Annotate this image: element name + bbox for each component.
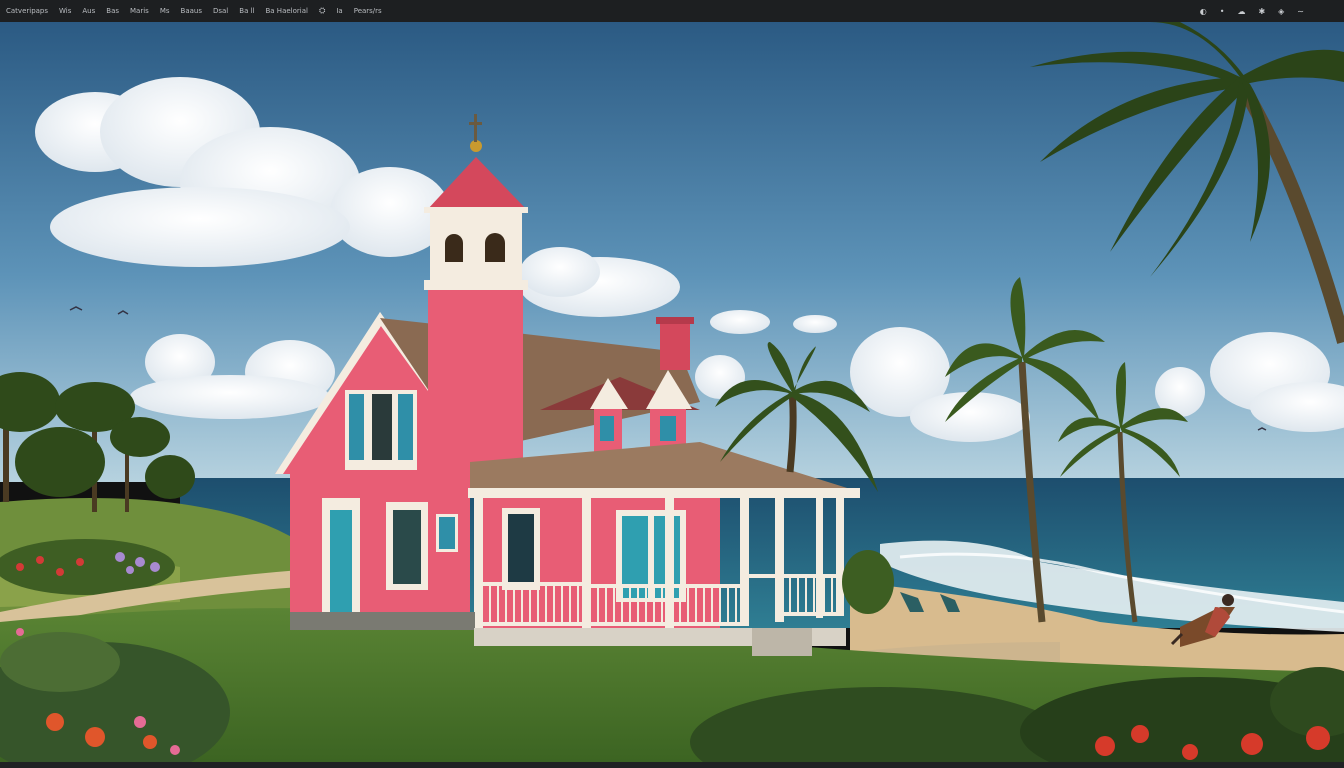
flower-bed-left [0, 539, 175, 595]
menu-bar: Catveripaps Wis Aus Bas Maris Ms Baaus D… [0, 0, 1344, 22]
dot-icon[interactable]: • [1220, 7, 1225, 16]
menu-item-7[interactable]: Baaus [181, 7, 202, 15]
menu-item-8[interactable]: Dsal [213, 7, 228, 15]
scene-svg [0, 22, 1344, 762]
system-tray: ◐ • ☁ ✱ ◈ ∼ [1187, 0, 1304, 22]
menu-item-4[interactable]: Bas [106, 7, 119, 15]
menu-item-5[interactable]: Maris [130, 7, 149, 15]
menu-item-2[interactable]: Wis [59, 7, 71, 15]
menu-items: Catveripaps Wis Aus Bas Maris Ms Baaus D… [0, 6, 393, 16]
cloud-icon[interactable]: ☁ [1237, 7, 1245, 16]
menu-item-13[interactable]: Pears/rs [354, 7, 382, 15]
menu-item-9[interactable]: Ba ll [239, 7, 254, 15]
beach-house-image [0, 22, 1344, 762]
menu-item-12[interactable]: Ia [336, 7, 342, 15]
menu-item-10[interactable]: Ba Haelorial [265, 7, 307, 15]
circle-icon[interactable]: ◐ [1200, 7, 1207, 16]
bottom-bar [0, 762, 1344, 768]
shield-icon[interactable]: ◈ [1278, 7, 1284, 16]
shrub [842, 550, 894, 614]
settings-icon[interactable]: ⛭ [319, 6, 325, 16]
wave-icon[interactable]: ∼ [1297, 7, 1304, 16]
sparkle-icon[interactable]: ✱ [1258, 7, 1265, 16]
menu-item-1[interactable]: Catveripaps [6, 7, 48, 15]
menu-item-3[interactable]: Aus [82, 7, 95, 15]
menu-item-6[interactable]: Ms [160, 7, 170, 15]
